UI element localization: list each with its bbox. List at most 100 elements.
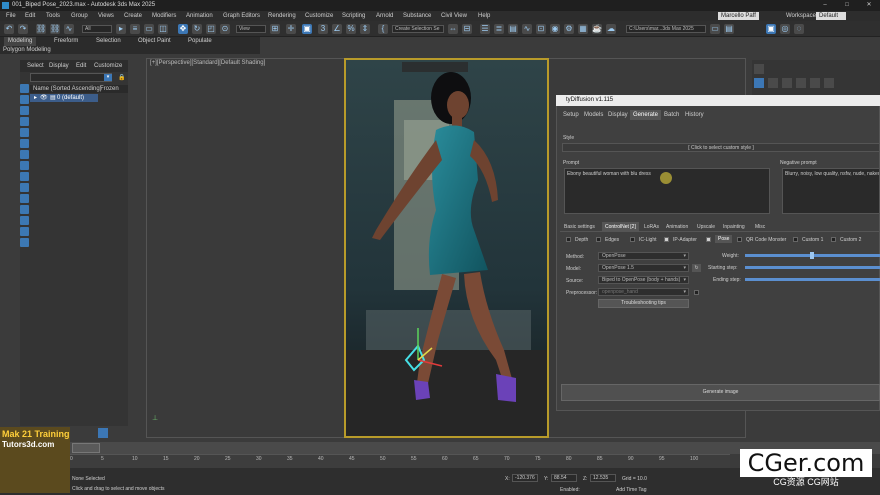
- window-crossing-icon[interactable]: ◫: [158, 24, 168, 34]
- scene-menu-customize[interactable]: Customize: [94, 60, 122, 72]
- method-dropdown[interactable]: OpenPose: [598, 252, 689, 260]
- spinner-snap-icon[interactable]: ⇕: [360, 24, 370, 34]
- angle-snap-icon[interactable]: ∠: [332, 24, 342, 34]
- create-tab-icon[interactable]: [754, 78, 764, 88]
- starting-step-slider[interactable]: [745, 266, 880, 269]
- tab-generate[interactable]: Generate: [630, 110, 662, 120]
- viewport-config-icon[interactable]: ◎: [780, 24, 790, 34]
- material-editor-icon[interactable]: ◉: [550, 24, 560, 34]
- subtab-loras[interactable]: LoRAs: [644, 224, 659, 230]
- helpers-filter-icon[interactable]: [20, 161, 29, 170]
- scene-menu-select[interactable]: Select: [27, 60, 44, 72]
- move-icon[interactable]: ✥: [178, 24, 188, 34]
- menu-help[interactable]: Help: [478, 11, 490, 21]
- menu-rendering[interactable]: Rendering: [268, 11, 296, 21]
- project-icon[interactable]: ▤: [724, 24, 734, 34]
- hidden-filter-icon[interactable]: [20, 238, 29, 247]
- frozen-filter-icon[interactable]: [20, 227, 29, 236]
- model-dropdown[interactable]: OpenPose 1.5: [598, 264, 689, 272]
- tydiffusion-icon[interactable]: ▣: [766, 24, 776, 34]
- preprocessor-checkbox[interactable]: [694, 290, 699, 295]
- menu-civil-view[interactable]: Civil View: [441, 11, 467, 21]
- schematic-view-icon[interactable]: ⊡: [536, 24, 546, 34]
- menu-scripting[interactable]: Scripting: [342, 11, 365, 21]
- menu-arnold[interactable]: Arnold: [376, 11, 393, 21]
- render-in-cloud-icon[interactable]: ☁: [606, 24, 616, 34]
- keyboard-shortcut-icon[interactable]: ▣: [302, 24, 312, 34]
- named-selection-dropdown[interactable]: Create Selection Se: [392, 25, 444, 33]
- preprocessor-dropdown[interactable]: openpose_hand: [598, 288, 689, 296]
- viewport-overlay-toolbar[interactable]: [402, 62, 468, 72]
- ribbon-tab-freeform[interactable]: Freeform: [54, 37, 78, 46]
- subtab-misc[interactable]: Misc: [755, 224, 765, 230]
- rotate-icon[interactable]: ↻: [192, 24, 202, 34]
- curve-editor-icon[interactable]: ∿: [522, 24, 532, 34]
- tab-history[interactable]: History: [682, 110, 707, 120]
- percent-snap-icon[interactable]: %: [346, 24, 356, 34]
- menu-tools[interactable]: Tools: [46, 11, 60, 21]
- subtab-animation[interactable]: Animation: [666, 224, 688, 230]
- negative-prompt-textarea[interactable]: Blurry, noisy, low quality, nsfw, nude, …: [782, 168, 880, 214]
- select-by-name-icon[interactable]: ≡: [130, 24, 140, 34]
- lights-filter-icon[interactable]: [20, 139, 29, 148]
- menu-file[interactable]: File: [6, 11, 16, 21]
- undo-icon[interactable]: ↶: [4, 24, 14, 34]
- ribbon-tab-selection[interactable]: Selection: [96, 37, 121, 46]
- subtab-inpainting[interactable]: Inpainting: [723, 224, 745, 230]
- z-coordinate[interactable]: 12.535: [590, 474, 616, 482]
- pivot-icon[interactable]: ⊞: [270, 24, 280, 34]
- motion-tab-icon[interactable]: [796, 78, 806, 88]
- place-icon[interactable]: ⊙: [220, 24, 230, 34]
- scene-menu-edit[interactable]: Edit: [76, 60, 86, 72]
- add-time-tag[interactable]: Add Time Tag: [616, 487, 646, 493]
- ribbon-tab-object-paint[interactable]: Object Paint: [138, 37, 171, 46]
- checkbox-ic-light[interactable]: [630, 237, 635, 242]
- align-icon[interactable]: ⊟: [462, 24, 472, 34]
- edit-named-selection-icon[interactable]: {: [378, 24, 388, 34]
- scene-search-input[interactable]: [30, 73, 112, 82]
- cameras-filter-icon[interactable]: [20, 150, 29, 159]
- reference-coord-dropdown[interactable]: View: [236, 25, 266, 33]
- tab-batch[interactable]: Batch: [661, 110, 682, 120]
- folder-icon[interactable]: ▭: [710, 24, 720, 34]
- checkbox-custom-1[interactable]: [793, 237, 798, 242]
- checkbox-depth[interactable]: [566, 237, 571, 242]
- scene-explorer-toggle-icon[interactable]: ☰: [480, 24, 490, 34]
- ribbon-tab-modeling[interactable]: Modeling: [4, 37, 37, 46]
- select-manipulate-icon[interactable]: ✛: [286, 24, 296, 34]
- ending-step-slider[interactable]: [745, 278, 880, 281]
- source-dropdown[interactable]: Biped to OpenPose (body + hands): [598, 276, 689, 284]
- arnold-icon[interactable]: ◌: [794, 24, 804, 34]
- shapes-filter-icon[interactable]: [20, 128, 29, 137]
- scale-icon[interactable]: ◰: [206, 24, 216, 34]
- subtab-basic-settings[interactable]: Basic settings: [564, 224, 595, 230]
- project-path-field[interactable]: C:\Users\mar...3ds Max 2025: [626, 25, 706, 33]
- link-icon[interactable]: ⛓: [36, 24, 46, 34]
- spacewarps-filter-icon[interactable]: [20, 172, 29, 181]
- modify-tab-icon[interactable]: [768, 78, 778, 88]
- style-selector[interactable]: [ Click to select custom style ]: [562, 143, 880, 152]
- redo-icon[interactable]: ↷: [18, 24, 28, 34]
- filter-dropdown-icon[interactable]: ▾: [104, 74, 112, 81]
- bones-filter-icon[interactable]: [20, 205, 29, 214]
- visibility-icon[interactable]: 👁: [40, 94, 48, 102]
- track-bar[interactable]: 0 5 10 15 20 25 30 35 40 45 50 55 60 65 …: [70, 454, 730, 468]
- expand-icon[interactable]: ▸: [34, 94, 37, 102]
- tab-display[interactable]: Display: [605, 110, 631, 120]
- generate-image-button[interactable]: Generate image: [561, 384, 880, 401]
- workspace-dropdown[interactable]: Default: [816, 12, 847, 20]
- selection-filter-dropdown[interactable]: All: [82, 25, 112, 33]
- label-pose[interactable]: Pose: [715, 235, 733, 243]
- scene-row-default-layer[interactable]: ▸ 👁 ▤ 0 (default): [30, 94, 98, 102]
- checkbox-custom-2[interactable]: [831, 237, 836, 242]
- layer-explorer-icon[interactable]: ≣: [494, 24, 504, 34]
- rect-selection-icon[interactable]: ▭: [144, 24, 154, 34]
- hierarchy-tab-icon[interactable]: [782, 78, 792, 88]
- xrefs-filter-icon[interactable]: [20, 194, 29, 203]
- snaps-toggle-icon[interactable]: 3: [318, 24, 328, 34]
- groups-filter-icon[interactable]: [20, 183, 29, 192]
- tab-models[interactable]: Models: [581, 110, 606, 120]
- menu-animation[interactable]: Animation: [186, 11, 213, 21]
- weight-slider-handle[interactable]: [810, 252, 814, 259]
- scene-menu-display[interactable]: Display: [49, 60, 69, 72]
